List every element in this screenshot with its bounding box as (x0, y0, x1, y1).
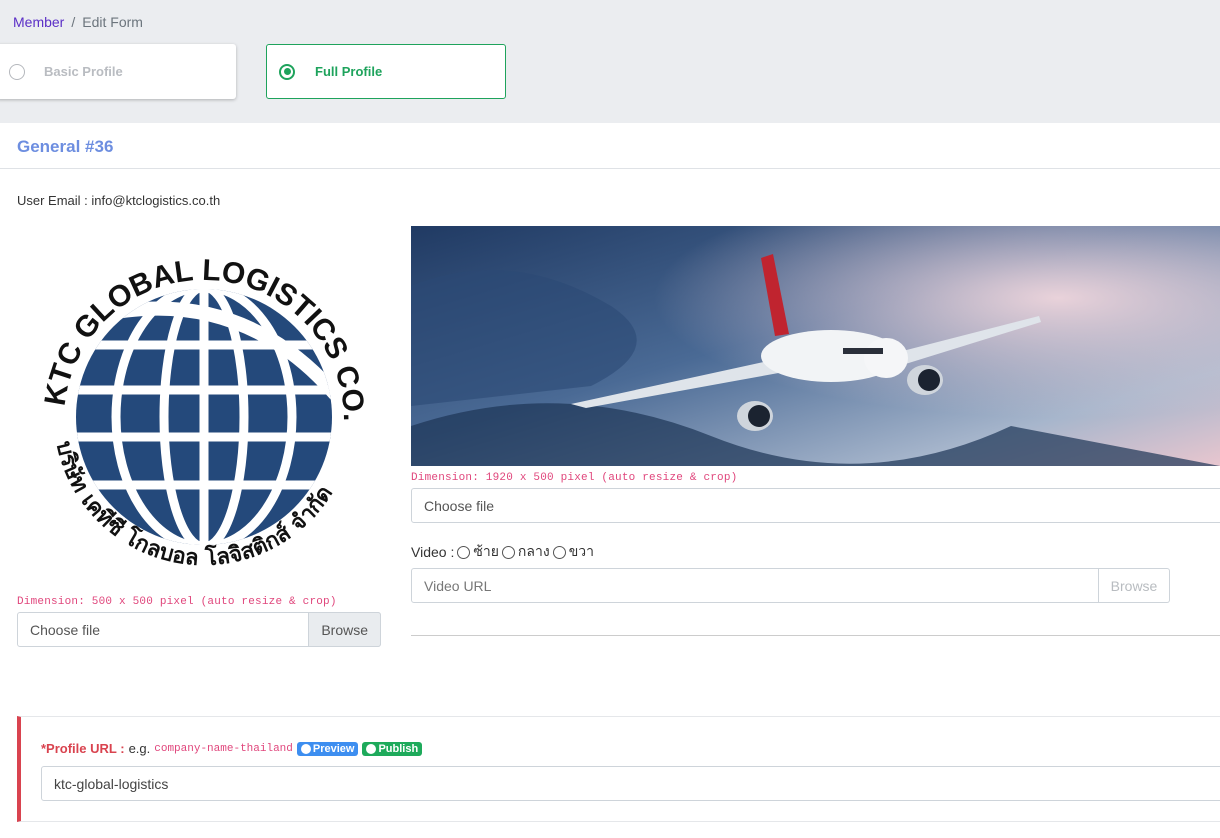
video-option-left: ซ้าย (473, 543, 499, 559)
logo-file-input[interactable]: Choose file Browse (17, 612, 381, 647)
video-option-right: ขวา (568, 543, 594, 559)
company-logo: KTC GLOBAL LOGISTICS CO.,LTD บริษัท เคที… (29, 219, 370, 575)
user-email-value: info@ktclogistics.co.th (91, 193, 221, 208)
step-full-profile[interactable]: Full Profile (266, 44, 506, 99)
general-panel: General #36 User Email : info@ktclogisti… (0, 123, 1220, 838)
video-browse-button[interactable]: Browse (1099, 568, 1170, 603)
preview-label: Preview (312, 742, 355, 755)
breadcrumb: Member / Edit Form (13, 14, 143, 30)
video-radio-center[interactable] (501, 545, 515, 559)
logo-browse-button[interactable]: Browse (308, 612, 381, 647)
radio-unchecked-icon[interactable] (9, 63, 25, 80)
logo-file-placeholder: Choose file (30, 621, 101, 638)
cover-dimension-note: Dimension: 1920 x 500 pixel (auto resize… (411, 472, 738, 484)
breadcrumb-current: Edit Form (82, 14, 143, 30)
profile-url-section: *Profile URL : e.g. company-name-thailan… (17, 716, 1220, 822)
preview-button[interactable]: Preview (296, 741, 359, 756)
video-label: Video : (411, 544, 455, 560)
profile-url-input[interactable]: ktc-global-logistics (41, 766, 1220, 801)
video-url-group: Video URL Browse (411, 568, 1170, 603)
cover-file-input[interactable]: Choose file (411, 488, 1220, 523)
divider (0, 168, 1220, 169)
breadcrumb-separator: / (71, 14, 76, 30)
profile-url-example: company-name-thailand (154, 742, 293, 755)
video-radio-left[interactable] (457, 545, 471, 559)
publish-label: Publish (378, 742, 419, 755)
breadcrumb-link-member[interactable]: Member (13, 14, 64, 30)
eye-icon (300, 743, 311, 754)
cover-image (411, 226, 1220, 466)
company-logo-image: KTC GLOBAL LOGISTICS CO.,LTD บริษัท เคที… (29, 219, 370, 571)
profile-url-eg: e.g. (128, 741, 151, 756)
step-label: Full Profile (315, 64, 383, 79)
profile-url-label: *Profile URL : (41, 741, 125, 756)
step-basic-profile[interactable]: Basic Profile (0, 44, 236, 99)
cover-file-placeholder: Choose file (424, 497, 495, 514)
logo-dimension-note: Dimension: 500 x 500 pixel (auto resize … (17, 596, 337, 608)
user-email-label: User Email : (17, 193, 92, 208)
step-label: Basic Profile (44, 64, 123, 79)
cover-image-airplane (411, 226, 1220, 466)
video-url-input[interactable]: Video URL (411, 568, 1099, 603)
radio-checked-icon[interactable] (279, 63, 295, 80)
publish-button[interactable]: Publish (362, 741, 423, 756)
profile-url-label-row: *Profile URL : e.g. company-name-thailan… (41, 741, 423, 756)
user-email: User Email : info@ktclogistics.co.th (17, 193, 220, 208)
globe-icon (366, 743, 377, 754)
video-radio-right[interactable] (552, 545, 566, 559)
panel-title: General #36 (17, 137, 114, 156)
video-position-row: Video : ซ้าย กลาง ขวา (411, 541, 594, 563)
video-option-center: กลาง (517, 543, 550, 559)
divider (411, 635, 1220, 636)
